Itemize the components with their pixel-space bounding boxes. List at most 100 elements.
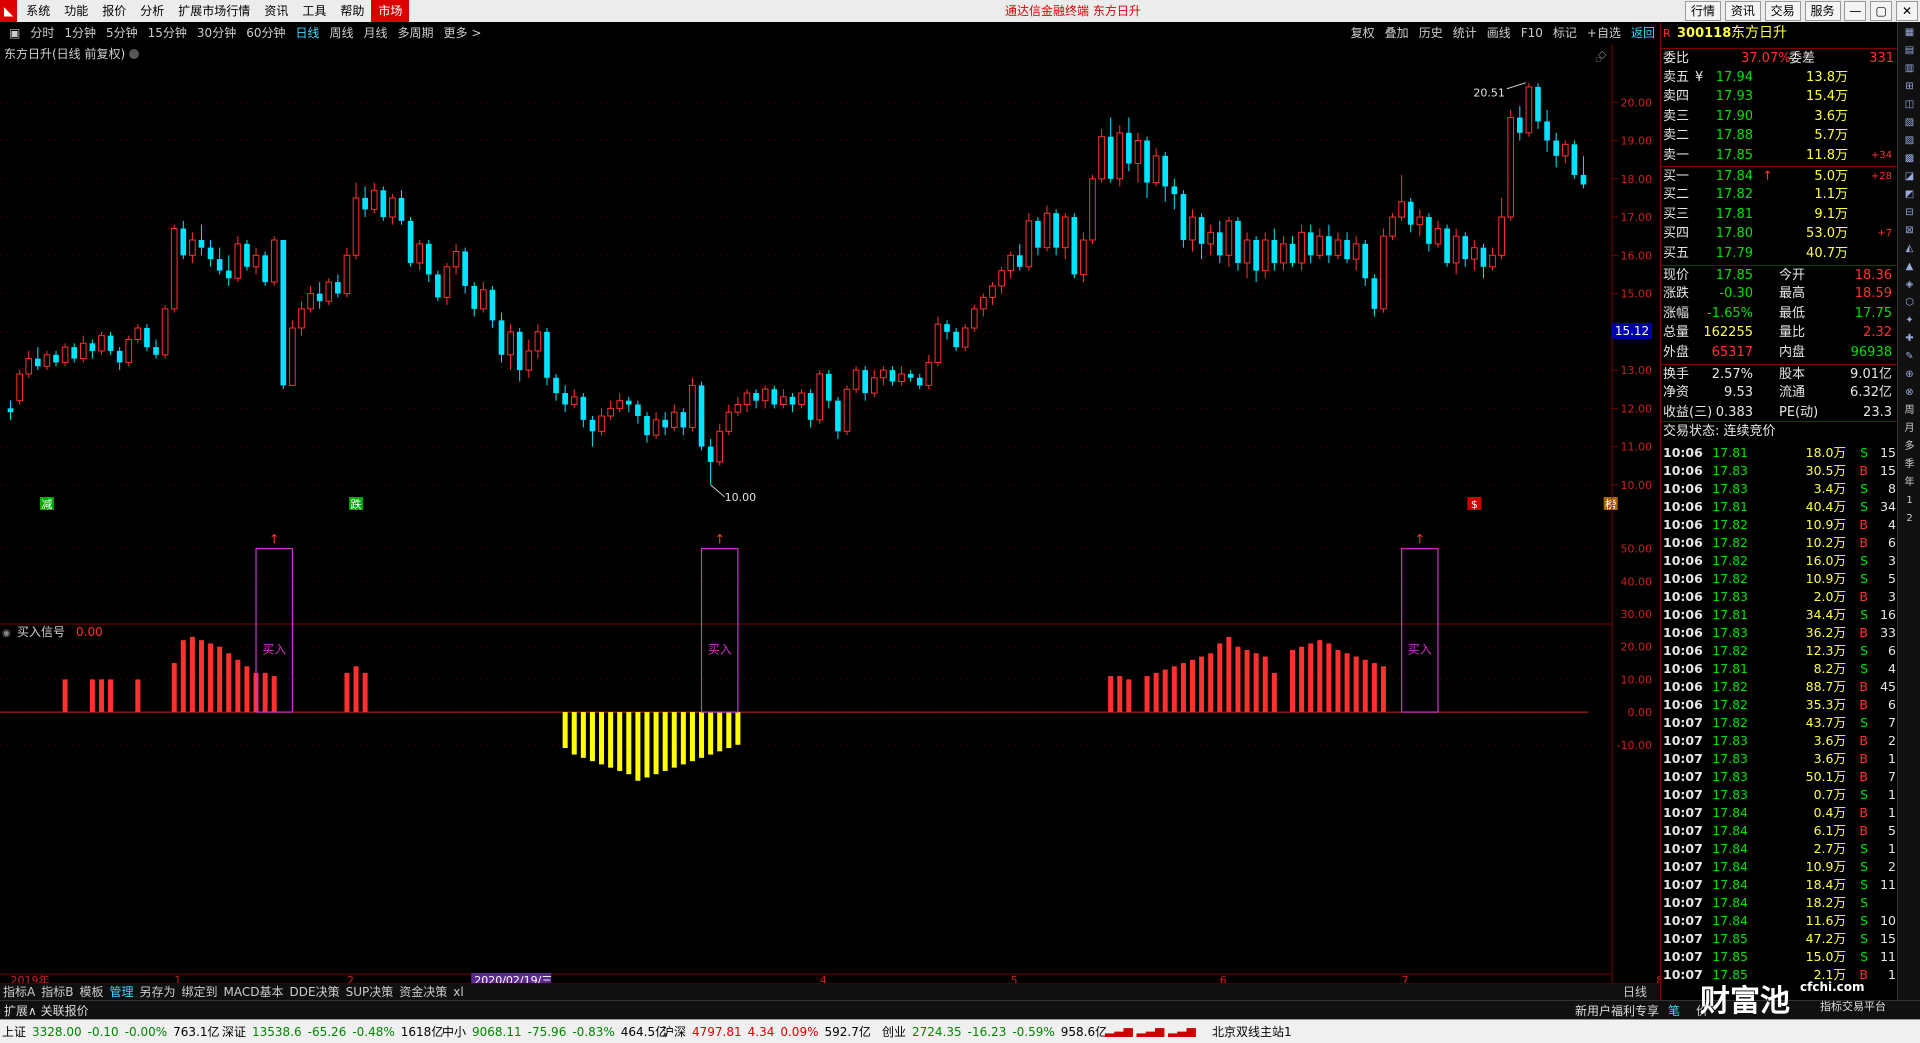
side-tool-icon[interactable]: ▧ [1902, 116, 1918, 130]
stat-row[interactable]: 涨跌 -0.30 最高 18.59 [1661, 284, 1898, 303]
menu-item[interactable]: 工具 [295, 0, 333, 22]
ask-row[interactable]: 卖五 ¥17.94 13.8万 [1661, 68, 1898, 87]
side-tool-icon[interactable]: ▨ [1902, 134, 1918, 148]
chart-sq-icon[interactable]: ▫ [1595, 55, 1601, 65]
menu-item[interactable]: 资讯 [257, 0, 295, 22]
period-tab[interactable]: 分时 [25, 22, 59, 44]
ask-row[interactable]: 卖二 17.88 5.7万 [1661, 126, 1898, 145]
trade-button[interactable]: 交易 [1764, 1, 1801, 21]
side-period-icon[interactable]: 2 [1902, 512, 1918, 526]
menu-item[interactable]: 报价 [95, 0, 133, 22]
index-quote[interactable]: 创业 2724.35 -16.23 -0.59% 958.6亿 [882, 1023, 1113, 1040]
draw-button[interactable]: 画线 [1482, 22, 1516, 44]
stat-row[interactable]: 涨幅 -1.65% 最低 17.75 [1661, 304, 1898, 323]
side-tool-icon[interactable]: ◪ [1902, 170, 1918, 184]
period-tab[interactable]: 15分钟 [143, 22, 192, 44]
side-period-icon[interactable]: 1 [1902, 494, 1918, 508]
period-tab-active[interactable]: 日线 [290, 22, 324, 44]
index-quote[interactable]: 上证 3328.00 -0.10 -0.00% 763.1亿 [2, 1023, 226, 1040]
more-periods-button[interactable]: 更多 > [439, 22, 487, 44]
side-period-icon[interactable]: 多 [1902, 440, 1918, 454]
period-tab[interactable]: 30分钟 [192, 22, 241, 44]
menu-item[interactable]: 分析 [133, 0, 171, 22]
side-period-icon[interactable]: 年 [1902, 476, 1918, 490]
mark-button[interactable]: 标记 [1548, 22, 1582, 44]
side-tool-icon[interactable]: ⊟ [1902, 206, 1918, 220]
menu-item[interactable]: 功能 [57, 0, 95, 22]
indicator-tab[interactable]: 指标A [0, 984, 38, 1001]
expand-related-quotes[interactable]: 扩展∧ 关联报价 [4, 1002, 89, 1019]
side-tool-icon[interactable]: ▥ [1902, 62, 1918, 76]
stat-row[interactable]: 净资 9.53 流通 6.32亿 [1661, 383, 1898, 402]
side-tool-icon[interactable]: ◫ [1902, 98, 1918, 112]
indicator-tab[interactable]: MACD基本 [221, 984, 287, 1001]
indicator-collapse-icon[interactable]: ◉ [2, 628, 11, 639]
indicator-tab[interactable]: DDE决策 [287, 984, 343, 1001]
side-tool-icon[interactable]: ⊕ [1902, 368, 1918, 382]
close-icon[interactable]: ✕ [1896, 1, 1918, 21]
side-period-icon[interactable]: 月 [1902, 422, 1918, 436]
minimize-icon[interactable]: — [1844, 1, 1867, 21]
period-tab[interactable]: 月线 [359, 22, 393, 44]
bid-row[interactable]: 买五 17.79 40.7万 [1661, 244, 1898, 263]
stats-button[interactable]: 统计 [1448, 22, 1482, 44]
indicator-tab[interactable]: 指标B [38, 984, 76, 1001]
bid-row[interactable]: 买二 17.82 1.1万 [1661, 185, 1898, 204]
f10-button[interactable]: F10 [1516, 22, 1548, 44]
stat-row[interactable]: 现价 17.85 今开 18.36 [1661, 265, 1898, 285]
side-tool-icon[interactable]: ⊠ [1902, 224, 1918, 238]
side-tool-icon[interactable]: ▦ [1902, 26, 1918, 40]
side-tool-icon[interactable]: ◭ [1902, 242, 1918, 256]
maximize-icon[interactable]: ▢ [1870, 1, 1893, 21]
side-period-icon[interactable]: 季 [1902, 458, 1918, 472]
stat-row[interactable]: 收益(三) 0.383 PE(动) 23.3 [1661, 403, 1898, 422]
overlay-button[interactable]: 叠加 [1380, 22, 1414, 44]
side-tool-icon[interactable]: ◈ [1902, 278, 1918, 292]
period-tab[interactable]: 多周期 [393, 22, 439, 44]
service-button[interactable]: 服务 [1804, 1, 1841, 21]
ask-row[interactable]: 卖一 17.85 11.8万 +34 [1661, 146, 1898, 165]
stat-row[interactable]: 换手 2.57% 股本 9.01亿 [1661, 364, 1898, 384]
menu-item[interactable]: 帮助 [333, 0, 371, 22]
period-tab[interactable]: 周线 [325, 22, 359, 44]
side-period-icon[interactable]: 周 [1902, 404, 1918, 418]
quote-button[interactable]: 行情 [1684, 1, 1721, 21]
back-button[interactable]: 返回 [1626, 22, 1660, 44]
index-quote[interactable]: 沪深 4797.81 4.34 0.09% 592.7亿 [662, 1023, 877, 1040]
side-tool-icon[interactable]: ◩ [1902, 188, 1918, 202]
market-tab[interactable]: 市场 [371, 0, 410, 22]
side-tool-icon[interactable]: ▩ [1902, 152, 1918, 166]
side-tool-icon[interactable]: ▲ [1902, 260, 1918, 274]
adjust-button[interactable]: 复权 [1346, 22, 1380, 44]
side-tool-icon[interactable]: ✦ [1902, 314, 1918, 328]
period-tab[interactable]: 60分钟 [241, 22, 290, 44]
ask-row[interactable]: 卖三 17.90 3.6万 [1661, 107, 1898, 126]
side-tool-icon[interactable]: ✎ [1902, 350, 1918, 364]
side-tool-icon[interactable]: ▤ [1902, 44, 1918, 58]
side-tool-icon[interactable]: ⊗ [1902, 386, 1918, 400]
indicator-tab[interactable]: SUP决策 [343, 984, 397, 1001]
news-button[interactable]: 资讯 [1724, 1, 1761, 21]
add-watchlist-button[interactable]: +自选 [1582, 22, 1626, 44]
indicator-tab[interactable]: 模板 [76, 984, 106, 1001]
stat-row[interactable]: 总量 162255 量比 2.32 [1661, 323, 1898, 342]
indicator-tab-active[interactable]: 管理 [106, 984, 136, 1001]
tick-mode-tab[interactable]: 笔 [1668, 1002, 1680, 1019]
period-tab[interactable]: 5分钟 [101, 22, 143, 44]
indicator-tab[interactable]: xl [450, 984, 466, 1001]
menu-item[interactable]: 系统 [19, 0, 57, 22]
index-quote[interactable]: 深证 13538.6 -65.26 -0.48% 1618亿 [222, 1023, 449, 1040]
chart-area[interactable]: 东方日升(日线 前复权) 10.0011.0012.0013.0014.0015… [0, 44, 1660, 983]
settings-icon[interactable] [129, 49, 139, 59]
bid-row[interactable]: 买四 17.80 53.0万 +7 [1661, 224, 1898, 243]
side-tool-icon[interactable]: ⬡ [1902, 296, 1918, 310]
sidebar-toggle-icon[interactable]: ▣ [4, 22, 25, 44]
side-tool-icon[interactable]: ✚ [1902, 332, 1918, 346]
bid-row[interactable]: 买三 17.81 9.1万 [1661, 205, 1898, 224]
promo-link[interactable]: 新用户福利专享 [1575, 1002, 1659, 1019]
indicator-tab[interactable]: 绑定到 [179, 984, 221, 1001]
history-button[interactable]: 历史 [1414, 22, 1448, 44]
menu-item[interactable]: 扩展市场行情 [171, 0, 257, 22]
period-tab[interactable]: 1分钟 [59, 22, 101, 44]
server-name[interactable]: 北京双线主站1 [1212, 1023, 1292, 1040]
